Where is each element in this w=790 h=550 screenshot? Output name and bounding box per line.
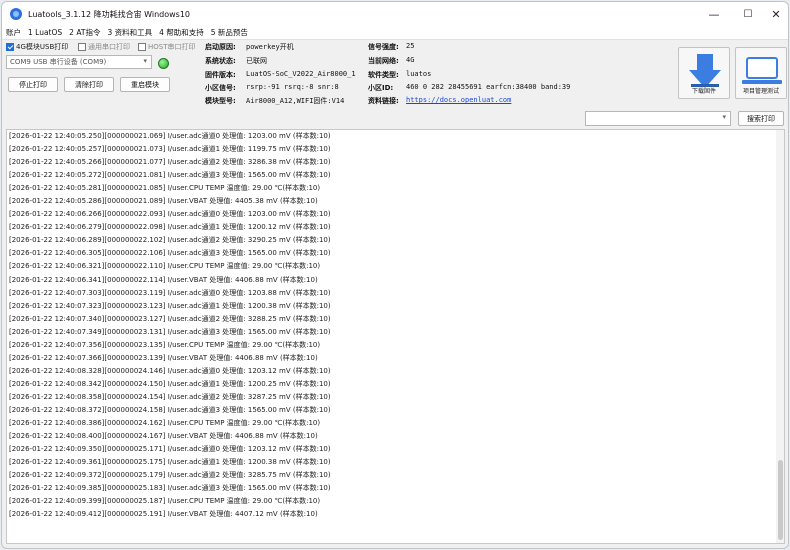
menu-help-support[interactable]: 4 帮助和支持 (159, 27, 204, 38)
cell-signal-value: rsrp:-91 rsrq:-8 snr:8 (246, 83, 339, 91)
log-line: [2026-01-22 12:40:09.385][000000025.183]… (9, 484, 331, 493)
log-line: [2026-01-22 12:40:07.323][000000023.123]… (9, 301, 331, 310)
log-line: [2026-01-22 12:40:05.272][000000021.081]… (9, 171, 331, 180)
log-line: [2026-01-22 12:40:07.349][000000023.131]… (9, 327, 331, 336)
project-manage-button[interactable]: 项目管理测试 (735, 47, 787, 99)
network-label: 当前网络: (368, 57, 399, 65)
usb-print-checkbox[interactable]: 4G模块USB打印 (6, 42, 68, 52)
log-line: [2026-01-22 12:40:09.399][000000025.187]… (9, 497, 321, 506)
log-line: [2026-01-22 12:40:06.279][000000022.098]… (9, 223, 331, 232)
log-line: [2026-01-22 12:40:07.366][000000023.139]… (9, 353, 318, 362)
log-line: [2026-01-22 12:40:09.350][000000025.171]… (9, 445, 331, 454)
docs-label: 资料链接: (368, 97, 399, 105)
log-line: [2026-01-22 12:40:09.372][000000025.179]… (9, 471, 331, 480)
checkbox-checked-icon (6, 43, 14, 51)
restart-module-button[interactable]: 重启模块 (120, 77, 170, 92)
usb-print-label: 4G模块USB打印 (16, 43, 69, 51)
connection-status-icon (158, 58, 169, 69)
checkbox-empty-icon (138, 43, 146, 51)
window-title: Luatools_3.1.12 降功耗找合宙 Windows10 (28, 9, 191, 19)
serial-print-label: 通用串口打印 (88, 43, 130, 51)
cell-signal-label: 小区信号: (205, 84, 236, 92)
minimize-button[interactable]: — (700, 2, 728, 26)
signal-strength-value: 25 (406, 42, 415, 50)
log-line: [2026-01-22 12:40:09.361][000000025.175]… (9, 458, 331, 467)
log-line: [2026-01-22 12:40:08.328][000000024.146]… (9, 366, 331, 375)
log-line: [2026-01-22 12:40:05.250][000000021.069]… (9, 132, 331, 140)
chevron-down-icon: ▾ (143, 57, 147, 65)
cell-id-value: 460 0 282 28455691 earfcn:38400 band:39 (406, 83, 571, 91)
download-firmware-button[interactable]: 下载固件 (678, 47, 730, 99)
log-line: [2026-01-22 12:40:08.372][000000024.158]… (9, 405, 331, 414)
module-label: 模块型号: (205, 97, 236, 105)
boot-reason-label: 启动原因: (205, 43, 236, 51)
system-state-value: 已联网 (246, 57, 267, 65)
log-line: [2026-01-22 12:40:09.412][000000025.191]… (9, 510, 318, 519)
menu-new-products[interactable]: 5 新品预告 (211, 27, 248, 38)
log-line: [2026-01-22 12:40:06.321][000000022.110]… (9, 262, 321, 271)
menu-at-commands[interactable]: 2 AT指令 (69, 27, 100, 38)
log-output[interactable]: [2026-01-22 12:40:05.250][000000021.069]… (6, 129, 785, 544)
firmware-label: 固件版本: (205, 71, 236, 79)
app-window: Luatools_3.1.12 降功耗找合宙 Windows10 — ☐ ✕ 账… (1, 1, 789, 549)
app-logo-icon (10, 8, 22, 20)
title-bar: Luatools_3.1.12 降功耗找合宙 Windows10 — ☐ ✕ (2, 2, 788, 26)
system-state-label: 系统状态: (205, 57, 236, 65)
log-line: [2026-01-22 12:40:05.266][000000021.077]… (9, 158, 331, 167)
download-firmware-label: 下载固件 (691, 88, 716, 95)
firmware-value: LuatOS-SoC_V2022_Air8000_1 (246, 70, 356, 78)
log-line: [2026-01-22 12:40:05.286][000000021.089]… (9, 197, 318, 206)
port-select[interactable]: COM9 USB 串行设备 (COM9) ▾ (6, 55, 152, 69)
search-input[interactable]: ▾ (585, 111, 731, 126)
cell-id-label: 小区ID: (368, 84, 394, 92)
menu-luatos[interactable]: 1 LuatOS (28, 28, 62, 37)
chevron-down-icon: ▾ (722, 113, 726, 121)
log-line: [2026-01-22 12:40:05.281][000000021.085]… (9, 184, 321, 193)
log-line: [2026-01-22 12:40:08.386][000000024.162]… (9, 419, 321, 428)
host-print-checkbox[interactable]: HOST串口打印 (138, 42, 196, 52)
log-line: [2026-01-22 12:40:07.356][000000023.135]… (9, 340, 321, 349)
log-line: [2026-01-22 12:40:08.358][000000024.154]… (9, 392, 331, 401)
log-line: [2026-01-22 12:40:06.341][000000022.114]… (9, 275, 318, 284)
log-scrollbar[interactable] (776, 130, 784, 543)
log-line: [2026-01-22 12:40:05.257][000000021.073]… (9, 145, 331, 154)
module-value: Air8000_A12,WIFI固件:V14 (246, 97, 345, 105)
clear-print-button[interactable]: 清除打印 (64, 77, 114, 92)
log-line: [2026-01-22 12:40:06.289][000000022.102]… (9, 236, 331, 245)
checkbox-empty-icon (78, 43, 86, 51)
stop-print-button[interactable]: 停止打印 (8, 77, 58, 92)
port-select-value: COM9 USB 串行设备 (COM9) (10, 58, 107, 66)
close-button[interactable]: ✕ (762, 2, 788, 26)
maximize-button[interactable]: ☐ (734, 2, 762, 26)
menu-bar: 账户 1 LuatOS 2 AT指令 3 资料和工具 4 帮助和支持 5 新品预… (2, 26, 788, 40)
project-manage-label: 项目管理测试 (742, 88, 779, 95)
software-label: 软件类型: (368, 71, 399, 79)
scrollbar-thumb[interactable] (778, 460, 783, 540)
search-print-button[interactable]: 搜索打印 (738, 111, 784, 126)
docs-link[interactable]: https://docs.openluat.com (406, 96, 511, 104)
log-line: [2026-01-22 12:40:06.305][000000022.106]… (9, 249, 331, 258)
network-value: 4G (406, 56, 415, 64)
log-line: [2026-01-22 12:40:08.400][000000024.167]… (9, 432, 318, 441)
boot-reason-value: powerkey开机 (246, 43, 294, 51)
menu-resources-tools[interactable]: 3 资料和工具 (107, 27, 152, 38)
software-value: luatos (406, 70, 432, 78)
log-line: [2026-01-22 12:40:06.266][000000022.093]… (9, 210, 331, 219)
menu-account[interactable]: 账户 (6, 27, 21, 38)
log-line: [2026-01-22 12:40:08.342][000000024.150]… (9, 379, 331, 388)
signal-strength-label: 信号强度: (368, 43, 399, 51)
serial-print-checkbox[interactable]: 通用串口打印 (78, 42, 130, 52)
log-line: [2026-01-22 12:40:07.340][000000023.127]… (9, 314, 331, 323)
host-print-label: HOST串口打印 (148, 43, 196, 51)
log-line: [2026-01-22 12:40:07.303][000000023.119]… (9, 288, 331, 297)
log-list: [2026-01-22 12:40:05.250][000000021.069]… (7, 130, 784, 521)
